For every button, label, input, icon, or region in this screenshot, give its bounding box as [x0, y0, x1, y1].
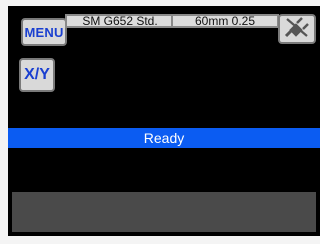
message-bar	[12, 192, 316, 232]
power-button[interactable]	[278, 14, 316, 44]
xy-view-label: X/Y	[24, 66, 50, 83]
status-bar: Ready	[8, 128, 320, 148]
plug-icon	[284, 16, 310, 43]
menu-button[interactable]: MENU	[21, 18, 67, 46]
menu-button-label: MENU	[24, 24, 64, 40]
fiber-type-button[interactable]: SM G652 Std.	[65, 14, 175, 28]
cleave-length-button[interactable]: 60mm 0.25	[171, 14, 279, 28]
status-text: Ready	[143, 130, 185, 146]
fiber-type-label: SM G652 Std.	[82, 14, 158, 28]
xy-view-button[interactable]: X/Y	[19, 58, 55, 92]
splicer-screen: MENU SM G652 Std. 60mm 0.25 X/Y Ready	[8, 6, 320, 236]
top-bar: MENU SM G652 Std. 60mm 0.25	[8, 6, 320, 56]
cleave-length-label: 60mm 0.25	[194, 14, 256, 28]
device-frame: MENU SM G652 Std. 60mm 0.25 X/Y Ready	[0, 0, 320, 244]
